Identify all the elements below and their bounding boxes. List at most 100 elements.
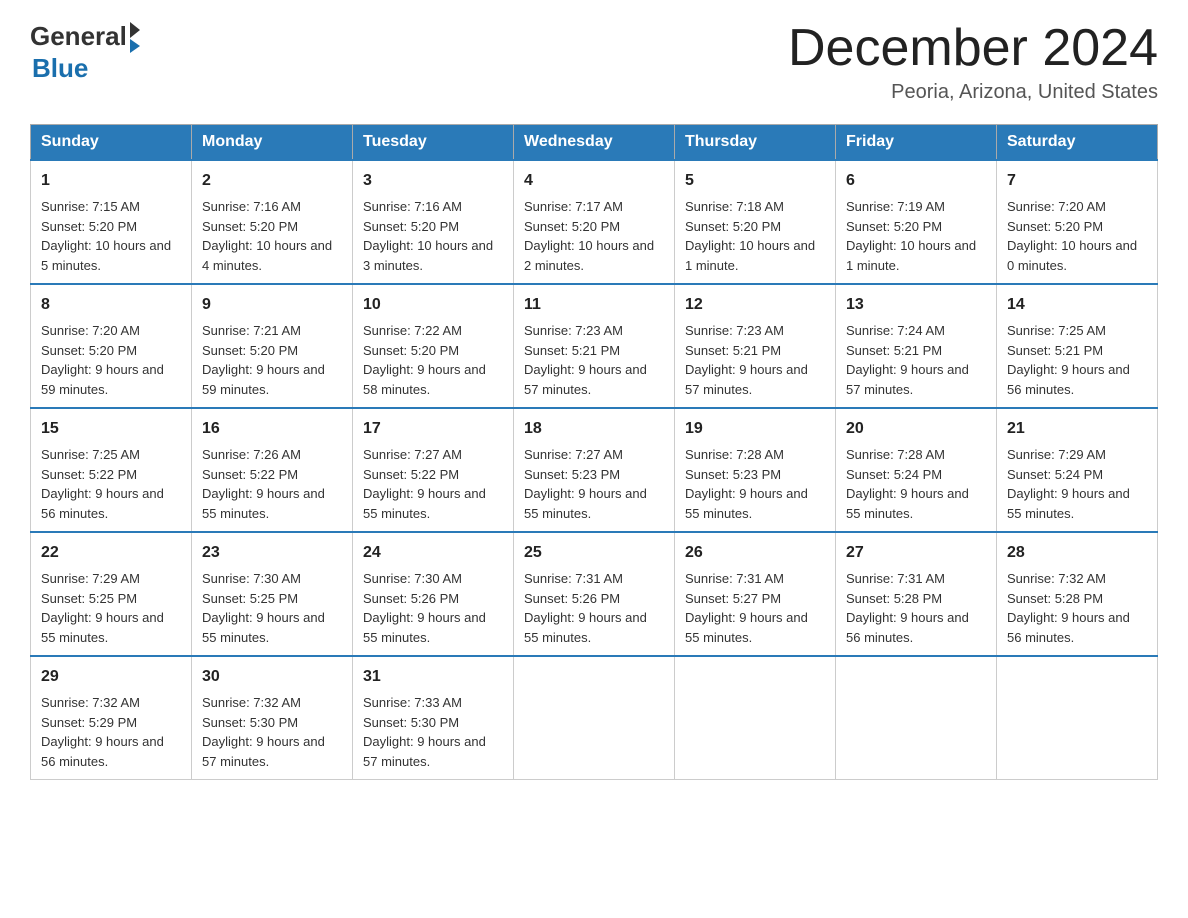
day-number: 19 <box>685 417 825 441</box>
sunset-label: Sunset: 5:20 PM <box>202 343 298 358</box>
day-number: 25 <box>524 541 664 565</box>
daylight-label: Daylight: 9 hours and 56 minutes. <box>41 734 164 769</box>
daylight-label: Daylight: 9 hours and 56 minutes. <box>1007 362 1130 397</box>
day-number: 29 <box>41 665 181 689</box>
sunrise-label: Sunrise: 7:21 AM <box>202 323 301 338</box>
calendar-week-1: 1 Sunrise: 7:15 AM Sunset: 5:20 PM Dayli… <box>31 160 1158 284</box>
sunset-label: Sunset: 5:21 PM <box>685 343 781 358</box>
day-number: 18 <box>524 417 664 441</box>
sunrise-label: Sunrise: 7:31 AM <box>524 571 623 586</box>
sunrise-label: Sunrise: 7:32 AM <box>41 695 140 710</box>
sunset-label: Sunset: 5:20 PM <box>41 219 137 234</box>
calendar-cell <box>997 656 1158 780</box>
calendar-cell: 9 Sunrise: 7:21 AM Sunset: 5:20 PM Dayli… <box>192 284 353 408</box>
sunrise-label: Sunrise: 7:25 AM <box>41 447 140 462</box>
day-number: 7 <box>1007 169 1147 193</box>
calendar-table: SundayMondayTuesdayWednesdayThursdayFrid… <box>30 124 1158 780</box>
daylight-label: Daylight: 9 hours and 57 minutes. <box>846 362 969 397</box>
calendar-cell: 13 Sunrise: 7:24 AM Sunset: 5:21 PM Dayl… <box>836 284 997 408</box>
sunrise-label: Sunrise: 7:16 AM <box>202 199 301 214</box>
sunrise-label: Sunrise: 7:23 AM <box>524 323 623 338</box>
calendar-cell: 29 Sunrise: 7:32 AM Sunset: 5:29 PM Dayl… <box>31 656 192 780</box>
calendar-cell: 23 Sunrise: 7:30 AM Sunset: 5:25 PM Dayl… <box>192 532 353 656</box>
calendar-cell: 22 Sunrise: 7:29 AM Sunset: 5:25 PM Dayl… <box>31 532 192 656</box>
daylight-label: Daylight: 9 hours and 55 minutes. <box>363 610 486 645</box>
calendar-cell: 19 Sunrise: 7:28 AM Sunset: 5:23 PM Dayl… <box>675 408 836 532</box>
sunrise-label: Sunrise: 7:28 AM <box>846 447 945 462</box>
sunset-label: Sunset: 5:20 PM <box>524 219 620 234</box>
day-number: 28 <box>1007 541 1147 565</box>
header-sunday: Sunday <box>31 125 192 161</box>
calendar-cell <box>836 656 997 780</box>
daylight-label: Daylight: 10 hours and 1 minute. <box>685 238 815 273</box>
day-number: 27 <box>846 541 986 565</box>
daylight-label: Daylight: 9 hours and 57 minutes. <box>524 362 647 397</box>
calendar-cell: 16 Sunrise: 7:26 AM Sunset: 5:22 PM Dayl… <box>192 408 353 532</box>
sunrise-label: Sunrise: 7:32 AM <box>202 695 301 710</box>
day-number: 21 <box>1007 417 1147 441</box>
day-number: 14 <box>1007 293 1147 317</box>
daylight-label: Daylight: 10 hours and 2 minutes. <box>524 238 654 273</box>
sunset-label: Sunset: 5:20 PM <box>846 219 942 234</box>
sunset-label: Sunset: 5:22 PM <box>41 467 137 482</box>
sunset-label: Sunset: 5:20 PM <box>1007 219 1103 234</box>
sunset-label: Sunset: 5:20 PM <box>685 219 781 234</box>
page-title: December 2024 <box>788 20 1158 77</box>
daylight-label: Daylight: 9 hours and 55 minutes. <box>846 486 969 521</box>
sunrise-label: Sunrise: 7:32 AM <box>1007 571 1106 586</box>
sunset-label: Sunset: 5:22 PM <box>363 467 459 482</box>
day-number: 10 <box>363 293 503 317</box>
sunrise-label: Sunrise: 7:28 AM <box>685 447 784 462</box>
sunset-label: Sunset: 5:29 PM <box>41 715 137 730</box>
calendar-cell: 4 Sunrise: 7:17 AM Sunset: 5:20 PM Dayli… <box>514 160 675 284</box>
day-number: 1 <box>41 169 181 193</box>
sunrise-label: Sunrise: 7:23 AM <box>685 323 784 338</box>
daylight-label: Daylight: 9 hours and 59 minutes. <box>202 362 325 397</box>
header-friday: Friday <box>836 125 997 161</box>
day-number: 26 <box>685 541 825 565</box>
daylight-label: Daylight: 9 hours and 55 minutes. <box>685 610 808 645</box>
sunset-label: Sunset: 5:24 PM <box>1007 467 1103 482</box>
sunrise-label: Sunrise: 7:26 AM <box>202 447 301 462</box>
daylight-label: Daylight: 9 hours and 58 minutes. <box>363 362 486 397</box>
daylight-label: Daylight: 10 hours and 0 minutes. <box>1007 238 1137 273</box>
header-tuesday: Tuesday <box>353 125 514 161</box>
sunset-label: Sunset: 5:26 PM <box>363 591 459 606</box>
day-number: 15 <box>41 417 181 441</box>
sunrise-label: Sunrise: 7:30 AM <box>363 571 462 586</box>
sunrise-label: Sunrise: 7:29 AM <box>1007 447 1106 462</box>
calendar-cell: 12 Sunrise: 7:23 AM Sunset: 5:21 PM Dayl… <box>675 284 836 408</box>
sunrise-label: Sunrise: 7:16 AM <box>363 199 462 214</box>
header-thursday: Thursday <box>675 125 836 161</box>
daylight-label: Daylight: 9 hours and 55 minutes. <box>524 486 647 521</box>
sunset-label: Sunset: 5:25 PM <box>41 591 137 606</box>
calendar-cell: 17 Sunrise: 7:27 AM Sunset: 5:22 PM Dayl… <box>353 408 514 532</box>
daylight-label: Daylight: 9 hours and 55 minutes. <box>202 610 325 645</box>
daylight-label: Daylight: 9 hours and 55 minutes. <box>1007 486 1130 521</box>
sunset-label: Sunset: 5:26 PM <box>524 591 620 606</box>
calendar-cell <box>675 656 836 780</box>
daylight-label: Daylight: 9 hours and 57 minutes. <box>202 734 325 769</box>
daylight-label: Daylight: 9 hours and 57 minutes. <box>685 362 808 397</box>
sunrise-label: Sunrise: 7:18 AM <box>685 199 784 214</box>
sunrise-label: Sunrise: 7:17 AM <box>524 199 623 214</box>
daylight-label: Daylight: 9 hours and 56 minutes. <box>846 610 969 645</box>
calendar-cell: 25 Sunrise: 7:31 AM Sunset: 5:26 PM Dayl… <box>514 532 675 656</box>
daylight-label: Daylight: 10 hours and 3 minutes. <box>363 238 493 273</box>
sunset-label: Sunset: 5:30 PM <box>202 715 298 730</box>
calendar-cell: 10 Sunrise: 7:22 AM Sunset: 5:20 PM Dayl… <box>353 284 514 408</box>
calendar-week-3: 15 Sunrise: 7:25 AM Sunset: 5:22 PM Dayl… <box>31 408 1158 532</box>
sunrise-label: Sunrise: 7:27 AM <box>524 447 623 462</box>
calendar-cell: 14 Sunrise: 7:25 AM Sunset: 5:21 PM Dayl… <box>997 284 1158 408</box>
sunrise-label: Sunrise: 7:19 AM <box>846 199 945 214</box>
sunset-label: Sunset: 5:22 PM <box>202 467 298 482</box>
sunrise-label: Sunrise: 7:29 AM <box>41 571 140 586</box>
day-number: 6 <box>846 169 986 193</box>
day-number: 9 <box>202 293 342 317</box>
sunrise-label: Sunrise: 7:22 AM <box>363 323 462 338</box>
calendar-cell: 24 Sunrise: 7:30 AM Sunset: 5:26 PM Dayl… <box>353 532 514 656</box>
calendar-cell: 7 Sunrise: 7:20 AM Sunset: 5:20 PM Dayli… <box>997 160 1158 284</box>
sunset-label: Sunset: 5:20 PM <box>363 343 459 358</box>
header-wednesday: Wednesday <box>514 125 675 161</box>
sunset-label: Sunset: 5:28 PM <box>1007 591 1103 606</box>
